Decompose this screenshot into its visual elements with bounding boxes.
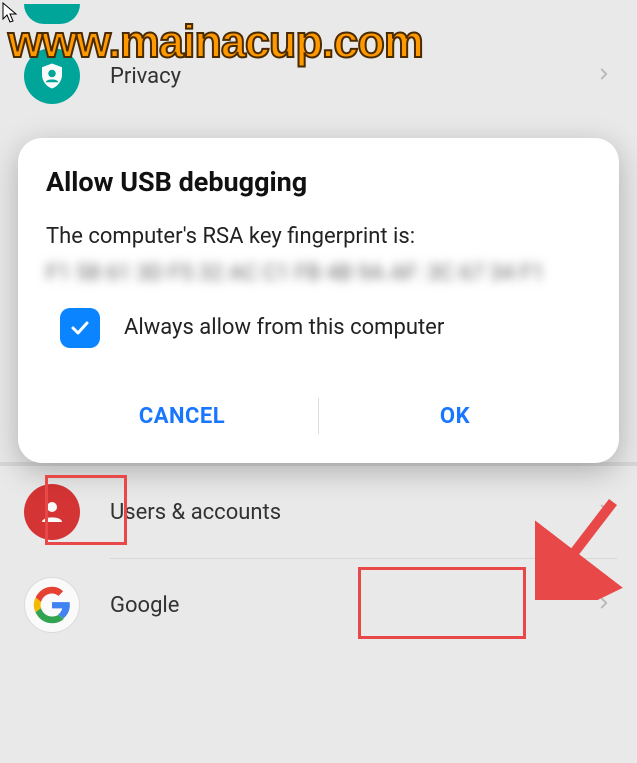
ok-button[interactable]: OK bbox=[319, 390, 591, 443]
dialog-title: Allow USB debugging bbox=[46, 166, 591, 198]
rsa-fingerprint-blurred: F1 58 61 3D F5 32 AC C1 FB 4B 9A AF: 3C … bbox=[46, 259, 591, 290]
usb-debugging-dialog: Allow USB debugging The computer's RSA k… bbox=[18, 138, 619, 463]
dialog-actions: CANCEL OK bbox=[46, 390, 591, 443]
always-allow-row[interactable]: Always allow from this computer bbox=[46, 308, 591, 348]
check-icon bbox=[68, 316, 92, 340]
dialog-message: The computer's RSA key fingerprint is: bbox=[46, 224, 591, 249]
always-allow-label: Always allow from this computer bbox=[124, 315, 444, 340]
always-allow-checkbox[interactable] bbox=[60, 308, 100, 348]
cancel-button[interactable]: CANCEL bbox=[46, 390, 318, 443]
